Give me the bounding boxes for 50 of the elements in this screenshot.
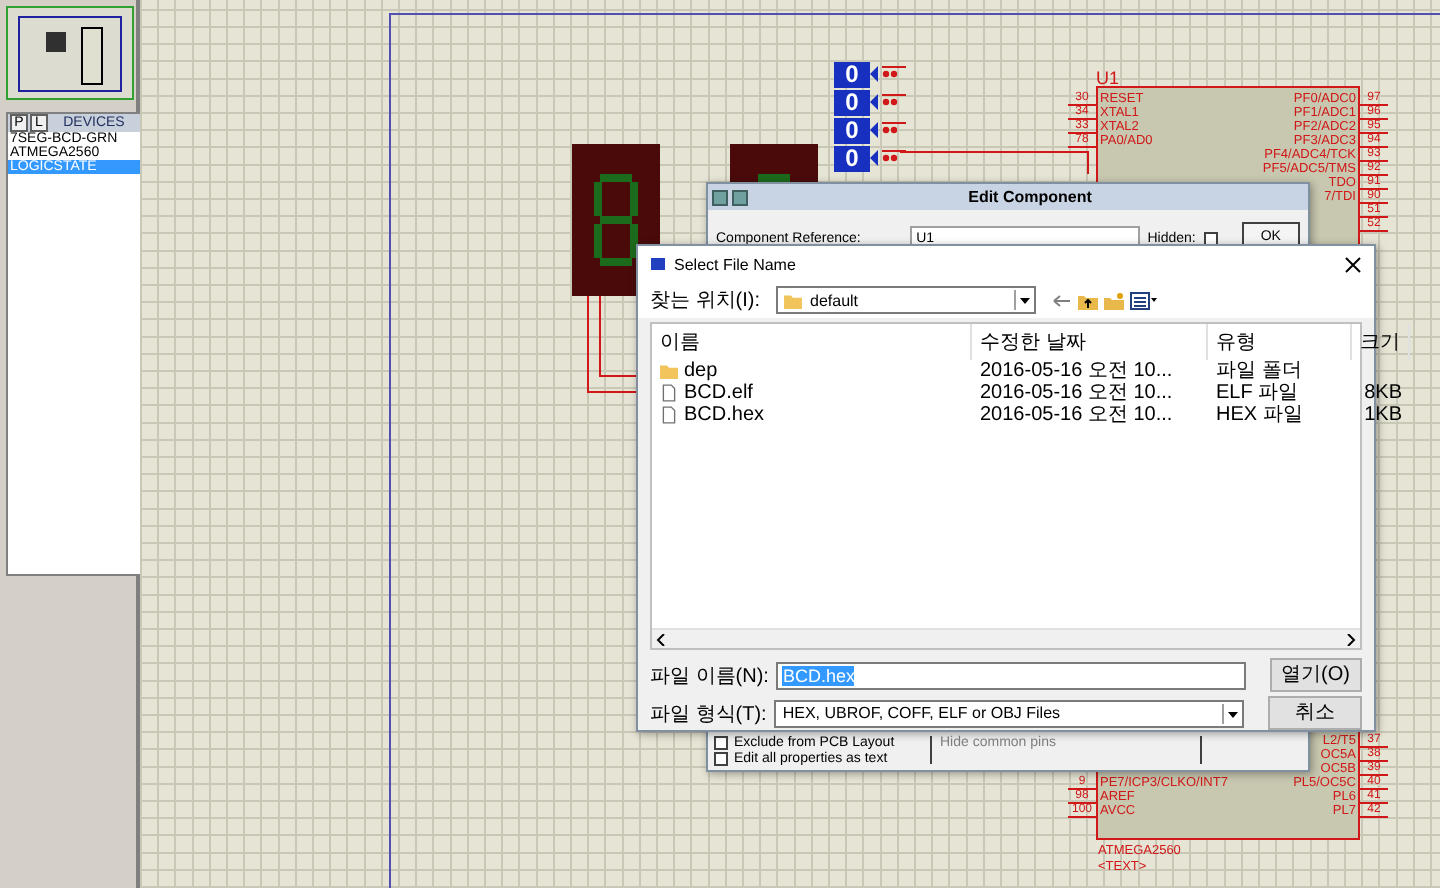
- close-icon[interactable]: [1344, 255, 1362, 273]
- component-reference: U1: [1096, 68, 1120, 88]
- field-label: 파일 형식(T):: [650, 701, 767, 727]
- location-dropdown[interactable]: default: [776, 286, 1036, 314]
- dialog-title: Edit Component: [966, 188, 1094, 206]
- checkbox[interactable]: [1203, 231, 1218, 245]
- folder-icon: [784, 291, 802, 309]
- scroll-right-icon[interactable]: [1346, 633, 1356, 645]
- checkbox[interactable]: [714, 752, 728, 766]
- table-cell-text: ELF 파일: [1214, 382, 1301, 404]
- field-label: 파일 이름(N):: [650, 663, 769, 689]
- table-cell-text: 2016-05-16 오전 10...: [978, 404, 1175, 426]
- table-cell-text: 2016-05-16 오전 10...: [978, 382, 1175, 404]
- dialog-title: Select File Name: [674, 255, 798, 273]
- table-cell-text: HEX 파일: [1214, 404, 1305, 426]
- column-header[interactable]: 크기: [1352, 324, 1410, 360]
- field-label: 찾는 위치(I):: [650, 288, 760, 314]
- logic-state-probe[interactable]: 0: [834, 145, 870, 171]
- sheet-preview-drawing: [18, 15, 122, 91]
- folder-icon: [660, 362, 678, 380]
- pin-terminal-icon: [870, 150, 906, 166]
- table-cell-text: 1KB: [1362, 404, 1404, 426]
- file-type-dropdown[interactable]: HEX, UBROF, COFF, ELF or OBJ Files: [774, 699, 1245, 727]
- file-name-cell[interactable]: dep: [652, 360, 972, 382]
- column-header[interactable]: 유형: [1208, 324, 1352, 360]
- view-menu-icon[interactable]: [1130, 291, 1158, 309]
- logic-state-probe[interactable]: 0: [834, 61, 870, 87]
- dropdown-arrow-icon: [1222, 703, 1243, 723]
- pin-terminal-icon: [870, 94, 906, 110]
- logic-state-probe[interactable]: 0: [834, 89, 870, 115]
- logic-state-probe[interactable]: 0: [834, 117, 870, 143]
- scroll-left-icon[interactable]: [656, 633, 666, 645]
- pin-terminal-icon: [870, 122, 906, 138]
- folder-up-icon[interactable]: [1078, 291, 1098, 309]
- table-cell-text: 파일 폴더: [1214, 360, 1304, 382]
- table-cell-text: 8KB: [1362, 382, 1404, 404]
- open-button[interactable]: 열기(O): [1269, 658, 1362, 692]
- dropdown-arrow-icon: [1014, 290, 1034, 310]
- column-header[interactable]: 수정한 날짜: [972, 324, 1208, 360]
- checkbox[interactable]: [714, 736, 728, 750]
- file-name-cell[interactable]: BCD.hex: [652, 404, 972, 426]
- digit-segments-drawing: [590, 170, 642, 270]
- window-icon: [650, 256, 666, 272]
- horizontal-scrollbar[interactable]: [652, 628, 1360, 648]
- table-cell-text: 2016-05-16 오전 10...: [978, 360, 1175, 382]
- cancel-button[interactable]: 취소: [1268, 696, 1362, 730]
- pin-terminal-icon: [870, 66, 906, 82]
- file-name-cell[interactable]: BCD.elf: [652, 382, 972, 404]
- column-header[interactable]: 이름: [652, 324, 972, 360]
- back-arrow-icon[interactable]: [1052, 291, 1072, 309]
